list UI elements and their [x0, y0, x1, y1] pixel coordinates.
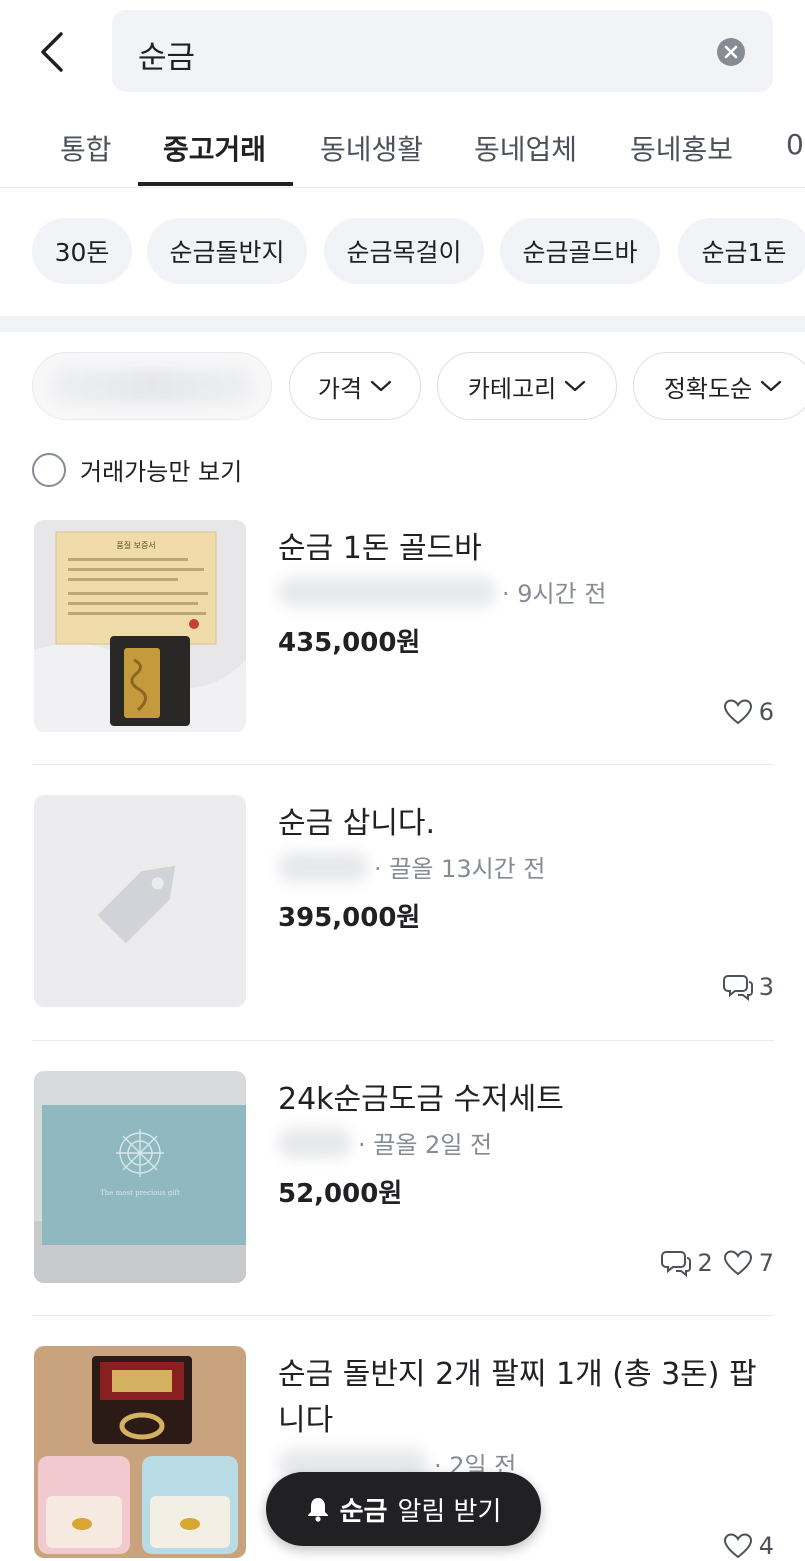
chat-count-value: 2: [697, 1249, 713, 1277]
listing-time: · 끌올 2일 전: [358, 1131, 493, 1159]
gift-box-photo: The most precious gift: [34, 1071, 246, 1283]
chevron-down-icon: [370, 380, 392, 392]
suggestion-chip[interactable]: 순금돌반지: [147, 218, 307, 284]
listing-meta: · 끌올 13시간 전: [278, 849, 545, 884]
category-filter[interactable]: 카테고리: [437, 352, 617, 420]
filter-bar: 가격 카테고리 정확도순: [0, 352, 805, 424]
tab-promotion[interactable]: 동네홍보: [630, 128, 733, 168]
sort-filter-label: 정확도순: [663, 374, 753, 403]
price-filter-label: 가격: [317, 374, 363, 403]
redacted-location: [278, 851, 368, 882]
tab-all[interactable]: 통합: [60, 128, 112, 168]
available-only-radio[interactable]: [32, 452, 66, 487]
suggestion-chip[interactable]: 순금골드바: [500, 218, 660, 284]
search-header: 순금: [0, 0, 805, 100]
listing-thumbnail: 품질 보증서: [34, 520, 246, 732]
tab-secondhand[interactable]: 중고거래: [163, 128, 266, 168]
certificate-title: 품질 보증서: [116, 541, 155, 550]
alert-label: 알림 받기: [397, 1496, 502, 1527]
like-count: 7: [723, 1249, 774, 1277]
tab-business[interactable]: 동네업체: [474, 128, 577, 168]
listing-divider: [32, 764, 774, 765]
search-tabs: 통합 중고거래 동네생활 동네업체 동네홍보 0: [0, 118, 805, 188]
search-query: 순금: [138, 40, 196, 76]
listing-title: 순금 삽니다.: [278, 806, 436, 841]
chat-count: 2: [661, 1249, 713, 1277]
gold-bar-photo: 품질 보증서: [34, 520, 246, 732]
available-only-toggle[interactable]: 거래가능만 보기: [32, 452, 242, 487]
heart-icon: [723, 1250, 752, 1276]
category-filter-label: 카테고리: [467, 374, 557, 403]
listing-thumbnail: [34, 1346, 246, 1558]
listing-thumbnail: The most precious gift: [34, 1071, 246, 1283]
like-count-value: 7: [758, 1249, 774, 1277]
like-count-value: 4: [758, 1532, 774, 1560]
redacted-location: [278, 1127, 352, 1158]
listing-meta: · 끌올 2일 전: [278, 1125, 492, 1160]
heart-icon: [723, 699, 752, 725]
active-tab-indicator: [138, 182, 293, 186]
chevron-down-icon: [761, 380, 782, 392]
listing-time: · 끌올 13시간 전: [374, 855, 546, 883]
tab-community[interactable]: 동네생활: [320, 128, 423, 168]
listing-title: 순금 1돈 골드바: [278, 531, 482, 566]
chevron-left-icon: [41, 32, 63, 72]
redacted-location: [278, 576, 496, 607]
listing-item[interactable]: The most precious gift 24k순금도금 수저세트 · 끌올…: [32, 1071, 774, 1285]
bell-icon: [307, 1498, 328, 1522]
listing-item[interactable]: 품질 보증서 순금 1돈 골드바 · 9시간 전 435,000원 6: [32, 520, 774, 734]
listing-thumbnail: [34, 795, 246, 1007]
listing-counts: 6: [723, 698, 774, 726]
listing-price: 395,000원: [278, 903, 421, 933]
chat-count-value: 3: [758, 973, 774, 1001]
listing-title: 순금 돌반지 2개 팔찌 1개 (총 3돈) 팝니다: [278, 1357, 757, 1438]
back-button[interactable]: [30, 28, 74, 76]
alert-keyword: 순금: [339, 1496, 388, 1527]
chat-bubble-icon: [661, 1251, 692, 1277]
location-filter[interactable]: [32, 352, 272, 420]
price-filter[interactable]: 가격: [289, 352, 421, 420]
search-input[interactable]: 순금: [112, 10, 773, 92]
suggestion-chip[interactable]: 순금목걸이: [324, 218, 484, 284]
chevron-down-icon: [565, 380, 586, 392]
gold-rings-photo: [34, 1346, 246, 1558]
chat-count: 3: [722, 973, 774, 1001]
chat-bubble-icon: [722, 975, 753, 1001]
price-tag-icon: [97, 865, 176, 944]
available-only-label: 거래가능만 보기: [80, 458, 243, 486]
listing-price: 435,000원: [278, 628, 421, 658]
listing-divider: [32, 1315, 774, 1316]
tab-more[interactable]: 0: [786, 128, 804, 161]
listing-title: 24k순금도금 수저세트: [278, 1082, 564, 1117]
clear-search-button[interactable]: [717, 38, 745, 66]
keyword-alert-button[interactable]: 순금 알림 받기: [266, 1472, 541, 1546]
like-count-value: 6: [758, 698, 774, 726]
listing-divider: [32, 1040, 774, 1041]
suggestion-chips: 30돈 순금돌반지 순금목걸이 순금골드바 순금1돈: [0, 218, 805, 288]
gift-card-text: The most precious gift: [100, 1189, 180, 1197]
listing-counts: 4: [723, 1532, 774, 1560]
listing-counts: 3: [722, 973, 774, 1001]
redacted-location: [52, 369, 252, 403]
like-count: 6: [723, 698, 774, 726]
heart-icon: [723, 1533, 752, 1559]
listing-counts: 2 7: [661, 1249, 774, 1277]
like-count: 4: [723, 1532, 774, 1560]
sort-filter[interactable]: 정확도순: [633, 352, 805, 420]
listing-price: 52,000원: [278, 1179, 403, 1209]
suggestion-chip[interactable]: 30돈: [32, 218, 132, 284]
listing-item[interactable]: 순금 삽니다. · 끌올 13시간 전 395,000원 3: [32, 795, 774, 1009]
close-icon: [724, 45, 738, 59]
listing-meta: · 9시간 전: [278, 574, 606, 609]
section-divider: [0, 316, 805, 332]
listing-time: · 9시간 전: [502, 580, 607, 608]
suggestion-chip[interactable]: 순금1돈: [678, 218, 805, 284]
